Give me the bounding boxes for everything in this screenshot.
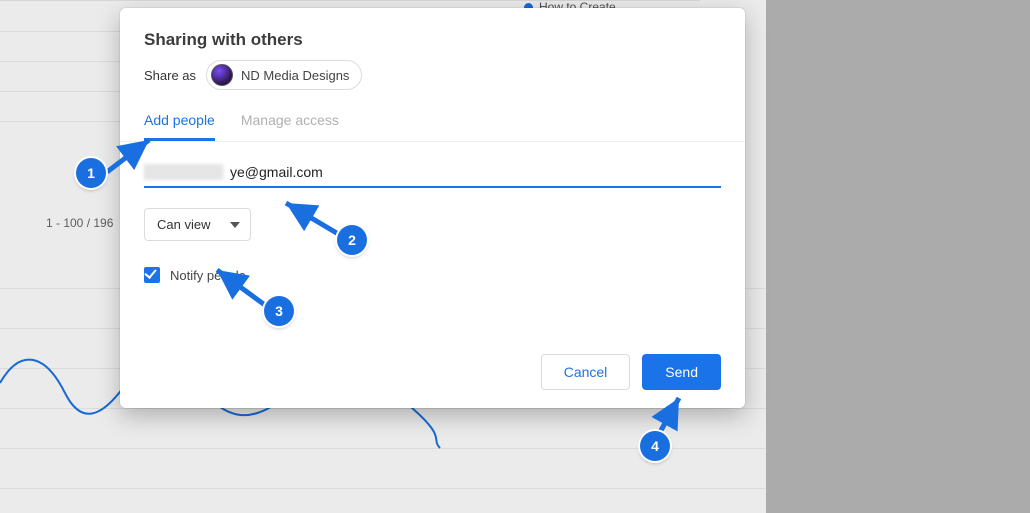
email-input-row[interactable] — [144, 164, 721, 188]
share-as-label: Share as — [144, 68, 196, 83]
share-dialog: Sharing with others Share as ND Media De… — [120, 8, 745, 408]
dialog-tabs: Add people Manage access — [120, 112, 745, 142]
permission-label: Can view — [157, 217, 210, 232]
annotation-badge-3: 3 — [264, 296, 294, 326]
avatar-icon — [211, 64, 233, 86]
dialog-actions: Cancel Send — [541, 354, 721, 390]
share-as-row: Share as ND Media Designs — [144, 60, 721, 90]
permission-select[interactable]: Can view — [144, 208, 251, 241]
annotation-badge-1: 1 — [76, 158, 106, 188]
share-as-name: ND Media Designs — [241, 68, 349, 83]
cancel-button[interactable]: Cancel — [541, 354, 631, 390]
send-button[interactable]: Send — [642, 354, 721, 390]
email-field[interactable] — [230, 164, 721, 180]
side-overlay — [766, 0, 1030, 513]
annotation-badge-4: 4 — [640, 431, 670, 461]
share-as-chip[interactable]: ND Media Designs — [206, 60, 362, 90]
chevron-down-icon — [230, 222, 240, 228]
notify-checkbox[interactable] — [144, 267, 160, 283]
dialog-title: Sharing with others — [144, 30, 721, 50]
tab-manage-access[interactable]: Manage access — [241, 112, 339, 141]
annotation-badge-2: 2 — [337, 225, 367, 255]
annotation-arrow-1 — [103, 134, 163, 181]
